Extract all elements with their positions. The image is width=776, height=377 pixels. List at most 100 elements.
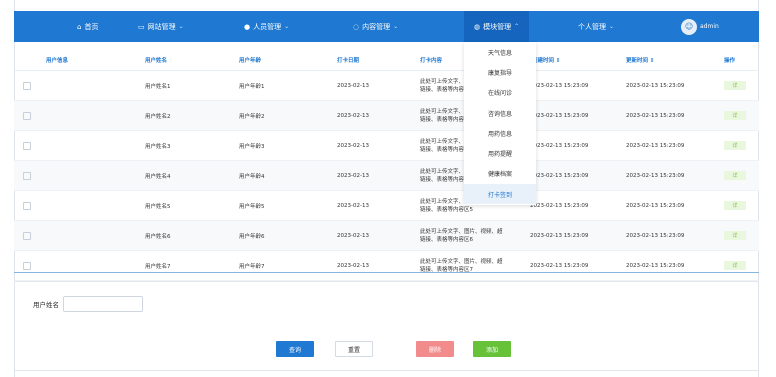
table-row: 用户姓名6 用户年龄6 2023-02-13 此处可上传文字、图片、视频、超 链接、表格… — [14, 221, 759, 251]
user-icon: ● — [244, 22, 251, 31]
cell-user-age: 用户年龄1 — [239, 83, 265, 90]
dropdown-menu-item[interactable]: 天气信息 — [464, 42, 536, 62]
dropdown-menu-item[interactable]: 健康档案 — [464, 164, 536, 184]
chevron-down-icon: ⌄ — [609, 23, 615, 30]
cell-actions: 详 — [724, 71, 746, 100]
dropdown-menu-item[interactable]: 咨询信息 — [464, 103, 536, 123]
cell-user-age: 用户年龄6 — [239, 233, 265, 240]
dropdown-menu-item[interactable]: 用药信息 — [464, 123, 536, 143]
nav-user[interactable]: ☺ admin — [681, 11, 719, 42]
detail-button[interactable]: 详 — [724, 231, 746, 240]
cell-user-name: 用户姓名2 — [145, 113, 171, 120]
chevron-up-icon: ⌃ — [514, 23, 520, 30]
cell-updated-time: 2023-02-13 15:23:09 — [626, 142, 685, 149]
cell-user-age: 用户年龄5 — [239, 203, 265, 210]
nav-content-management[interactable]: ◌ 内容管理 ⌄ — [353, 11, 398, 42]
content-line: 链接、表格等内容区5 — [420, 206, 473, 213]
cell-checkin-content: 此处可上传文字、图片、视频、超 链接、表格等内容区7 — [420, 251, 510, 280]
cell-updated-time: 2023-02-13 15:23:09 — [626, 112, 685, 119]
cell-user-name: 用户姓名7 — [145, 263, 171, 270]
dropdown-menu-item[interactable]: 用药提醒 — [464, 143, 536, 163]
table-header: 用户信息 用户姓名 用户年龄 打卡日期 打卡内容 创建时间 ⇕ 更新时间 ⇕ 操… — [14, 50, 759, 71]
cell-user-name: 用户姓名5 — [145, 203, 171, 210]
cell-created-time: 2023-02-13 15:23:09 — [530, 202, 589, 209]
chevron-down-icon: ⌄ — [284, 23, 290, 30]
module-dropdown-menu: 天气信息 康复指导 在线问诊 咨询信息 用药信息 用药提醒 健康档案 打卡签到 — [464, 42, 536, 205]
dropdown-menu-item[interactable]: 打卡签到 — [464, 184, 536, 205]
avatar-icon: ☺ — [681, 18, 697, 35]
cell-checkin-date: 2023-02-13 — [337, 142, 369, 149]
reset-button[interactable]: 重置 — [335, 341, 373, 357]
dropdown-menu-item[interactable]: 康复指导 — [464, 62, 536, 82]
checkbox-icon — [23, 261, 31, 270]
detail-button[interactable]: 详 — [724, 81, 746, 90]
row-checkbox[interactable] — [23, 251, 31, 280]
divider — [14, 281, 759, 282]
search-label: 用户姓名 — [33, 301, 59, 309]
cell-updated-time: 2023-02-13 15:23:09 — [626, 202, 685, 209]
cell-checkin-date: 2023-02-13 — [337, 232, 369, 239]
dropdown-menu-item[interactable]: 在线问诊 — [464, 83, 536, 103]
detail-button[interactable]: 详 — [724, 171, 746, 180]
detail-button[interactable]: 详 — [724, 141, 746, 150]
delete-button[interactable]: 删除 — [416, 341, 454, 357]
nav-site-management[interactable]: ▭ 网站管理 ⌄ — [138, 11, 184, 42]
cell-actions: 详 — [724, 191, 746, 220]
header-user-name: 用户姓名 — [145, 58, 168, 64]
cell-user-name: 用户姓名4 — [145, 173, 171, 180]
detail-button[interactable]: 详 — [724, 261, 746, 270]
chevron-down-icon: ⌄ — [178, 23, 184, 30]
header-actions: 操作 — [724, 58, 736, 64]
cell-created-time: 2023-02-13 15:23:09 — [530, 112, 589, 119]
row-checkbox[interactable] — [23, 221, 31, 250]
header-checkin-content: 打卡内容 — [420, 58, 443, 64]
cell-user-age: 用户年龄4 — [239, 173, 265, 180]
header-user-info: 用户信息 — [46, 58, 69, 64]
checkbox-icon — [23, 201, 31, 210]
header-updated-time[interactable]: 更新时间 ⇕ — [626, 50, 655, 70]
user-name: admin — [700, 23, 719, 30]
row-checkbox[interactable] — [23, 71, 31, 100]
row-checkbox[interactable] — [23, 131, 31, 160]
header-created-time[interactable]: 创建时间 ⇕ — [532, 50, 561, 70]
content-line: 此处可上传文字、图片、视频、超 — [420, 228, 503, 235]
table-row: 用户姓名3 用户年龄3 2023-02-13 此处可上传文字、图片、视频、超 链接、表格… — [14, 131, 759, 161]
header-checkin-date: 打卡日期 — [337, 58, 360, 64]
detail-button[interactable]: 详 — [724, 201, 746, 210]
cell-checkin-date: 2023-02-13 — [337, 172, 369, 179]
table-divider — [14, 272, 759, 273]
user-name-search-input[interactable] — [63, 296, 143, 312]
cell-user-name: 用户姓名3 — [145, 143, 171, 150]
checkbox-icon — [23, 111, 31, 120]
cell-created-time: 2023-02-13 15:23:09 — [530, 82, 589, 89]
cell-user-age: 用户年龄2 — [239, 113, 265, 120]
nav-label: 网站管理 — [147, 22, 176, 31]
module-icon: ◍ — [474, 22, 481, 31]
add-button[interactable]: 添加 — [473, 341, 511, 357]
nav-module-management[interactable]: ◍ 模块管理 ⌃ — [464, 11, 530, 42]
cell-created-time: 2023-02-13 15:23:09 — [530, 142, 589, 149]
cell-created-time: 2023-02-13 15:23:09 — [530, 232, 589, 239]
cell-updated-time: 2023-02-13 15:23:09 — [626, 232, 685, 239]
table-row: 用户姓名1 用户年龄1 2023-02-13 此处可上传文字、图片、视频、超 链接、表格… — [14, 71, 759, 101]
query-button[interactable]: 查询 — [276, 341, 314, 357]
cell-updated-time: 2023-02-13 15:23:09 — [626, 82, 685, 89]
nav-home-label: 首页 — [84, 22, 99, 31]
nav-personal-management[interactable]: 个人管理 ⌄ — [578, 11, 614, 42]
row-checkbox[interactable] — [23, 191, 31, 220]
nav-label: 个人管理 — [578, 22, 606, 31]
nav-home[interactable]: ⌂ 首页 — [77, 11, 98, 42]
table-body: 用户姓名1 用户年龄1 2023-02-13 此处可上传文字、图片、视频、超 链接、表格… — [14, 71, 759, 281]
cell-actions: 详 — [724, 161, 746, 190]
row-checkbox[interactable] — [23, 161, 31, 190]
detail-button[interactable]: 详 — [724, 111, 746, 120]
cell-user-name: 用户姓名1 — [145, 83, 171, 90]
row-checkbox[interactable] — [23, 101, 31, 130]
cell-actions: 详 — [724, 251, 746, 280]
table-row: 用户姓名4 用户年龄4 2023-02-13 此处可上传文字、图片、视频、超 链接、表格… — [14, 161, 759, 191]
cell-checkin-date: 2023-02-13 — [337, 112, 369, 119]
cell-updated-time: 2023-02-13 15:23:09 — [626, 262, 685, 269]
checkbox-icon — [23, 171, 31, 180]
nav-staff-management[interactable]: ● 人员管理 ⌄ — [244, 11, 289, 42]
nav-label: 模块管理 — [483, 22, 512, 31]
